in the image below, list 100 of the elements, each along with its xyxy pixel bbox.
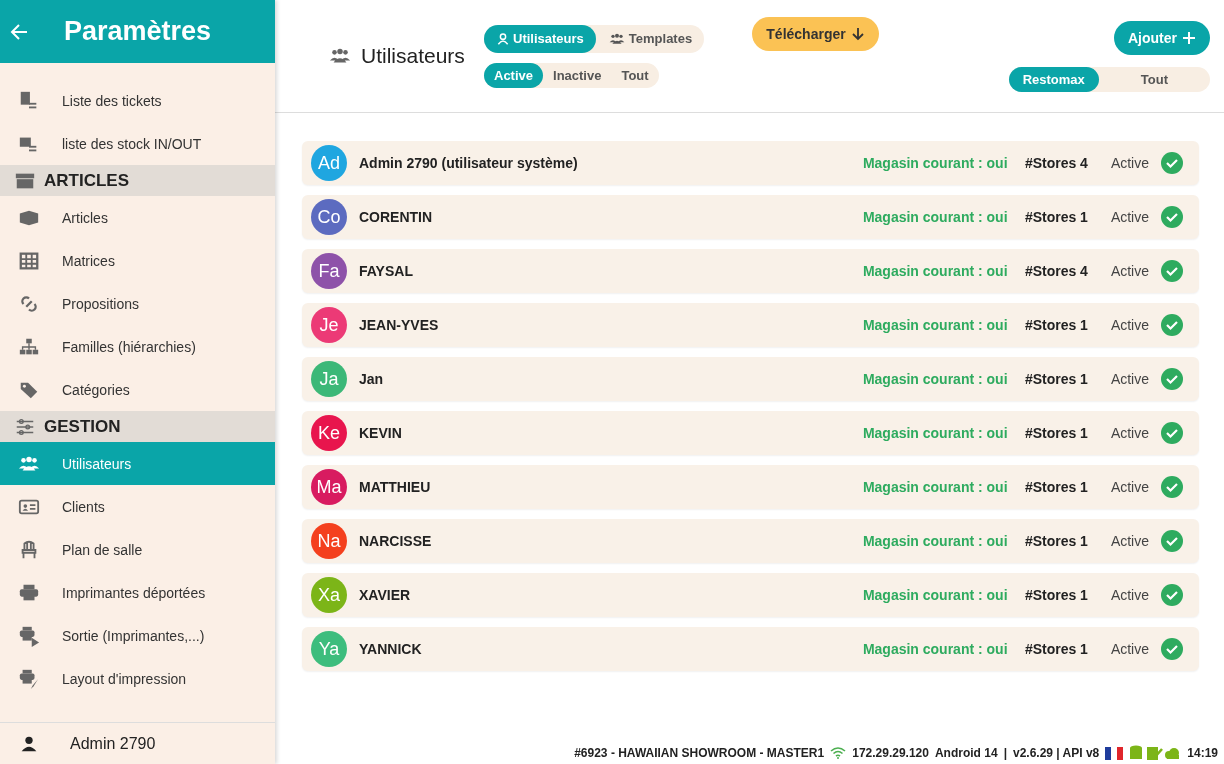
user-name: YANNICK <box>359 641 423 657</box>
user-name: Jan <box>359 371 385 387</box>
avatar: Fa <box>311 253 347 289</box>
download-button[interactable]: Télécharger <box>752 17 879 51</box>
sidebar-item[interactable]: Catégories <box>0 368 275 411</box>
status-label: Active <box>1110 533 1149 549</box>
wifi-icon <box>830 747 847 759</box>
sidebar-item[interactable]: liste des stock IN/OUT <box>0 122 275 165</box>
status-label: Active <box>1110 587 1149 603</box>
status-label: Active <box>1110 371 1149 387</box>
check-icon <box>1161 368 1183 390</box>
sidebar-item[interactable]: Familles (hiérarchies) <box>0 325 275 368</box>
store-count: #Stores 1 <box>1024 209 1089 225</box>
store-count: #Stores 4 <box>1024 155 1089 171</box>
check-icon <box>1161 584 1183 606</box>
check-icon <box>1161 152 1183 174</box>
sidebar-item[interactable]: Propositions <box>0 282 275 325</box>
store-count: #Stores 1 <box>1024 641 1089 657</box>
clock-time: 14:19 <box>1187 746 1218 760</box>
status-label: Active <box>1110 155 1149 171</box>
back-arrow-icon[interactable] <box>10 22 28 41</box>
user-row[interactable]: Fa FAYSAL Magasin courant : oui #Stores 4 Active <box>302 249 1199 293</box>
person-icon <box>496 31 510 46</box>
current-store-label: Magasin courant : oui <box>862 587 1009 603</box>
check-icon <box>1161 314 1183 336</box>
avatar: Ke <box>311 415 347 451</box>
filter-tab[interactable]: Inactive <box>543 62 612 88</box>
flag-icon <box>1105 746 1124 760</box>
current-store-label: Magasin courant : oui <box>862 155 1009 171</box>
android-version: Android 14 <box>934 746 998 760</box>
store-count: #Stores 1 <box>1024 371 1089 387</box>
plus-icon <box>1182 30 1196 45</box>
sidebar-item[interactable]: Articles <box>0 196 275 239</box>
status-label: Active <box>1110 209 1149 225</box>
avatar: Co <box>311 199 347 235</box>
store-count: #Stores 1 <box>1024 479 1089 495</box>
user-row[interactable]: Ya YANNICK Magasin courant : oui #Stores 1 Active <box>302 627 1199 671</box>
avatar: Ad <box>311 145 347 181</box>
current-store-label: Magasin courant : oui <box>862 263 1009 279</box>
user-row[interactable]: Xa XAVIER Magasin courant : oui #Stores 1 Active <box>302 573 1199 617</box>
sidebar-item[interactable]: Matrices <box>0 239 275 282</box>
page-title: Utilisateurs <box>361 44 465 68</box>
store-count: #Stores 1 <box>1024 533 1089 549</box>
app-version: v2.6.29 | API v8 <box>1013 746 1100 760</box>
filter-tab[interactable]: Tout <box>611 62 659 88</box>
check-icon <box>1161 530 1183 552</box>
sidebar-item[interactable]: Sortie (Imprimantes,...) <box>0 614 275 657</box>
user-name: MATTHIEU <box>359 479 432 495</box>
sidebar-item[interactable]: Imprimantes déportées <box>0 571 275 614</box>
ip-address: 172.29.29.120 <box>852 746 929 760</box>
current-store-label: Magasin courant : oui <box>862 641 1009 657</box>
section-title: GESTION <box>44 416 121 437</box>
store-count: #Stores 4 <box>1024 263 1089 279</box>
separator-text: | <box>1003 746 1007 760</box>
user-name: CORENTIN <box>359 209 434 225</box>
sidebar-item[interactable]: Liste des tickets <box>0 79 275 122</box>
check-icon <box>1161 638 1183 660</box>
user-row[interactable]: Ja Jan Magasin courant : oui #Stores 1 Active <box>302 357 1199 401</box>
sidebar-item[interactable]: Plan de salle <box>0 528 275 571</box>
user-row[interactable]: Ad Admin 2790 (utilisateur système) Magasin courant : oui #Stores 4 Active <box>302 141 1199 185</box>
current-store-label: Magasin courant : oui <box>862 533 1009 549</box>
check-icon <box>1161 422 1183 444</box>
store-count: #Stores 1 <box>1024 425 1089 441</box>
user-name: XAVIER <box>359 587 412 603</box>
avatar: Ya <box>311 631 347 667</box>
sidebar-item[interactable]: Clients <box>0 485 275 528</box>
store-count: #Stores 1 <box>1024 587 1089 603</box>
check-icon <box>1161 206 1183 228</box>
user-row[interactable]: Ma MATTHIEU Magasin courant : oui #Stores 1 Active <box>302 465 1199 509</box>
current-store-label: Magasin courant : oui <box>862 371 1009 387</box>
status-label: Active <box>1110 425 1149 441</box>
user-row[interactable]: Je JEAN-YVES Magasin courant : oui #Stores 1 Active <box>302 303 1199 347</box>
check-icon <box>1161 260 1183 282</box>
user-name: Admin 2790 <box>70 734 156 753</box>
user-name: Admin 2790 (utilisateur système) <box>359 155 579 171</box>
avatar: Ma <box>311 469 347 505</box>
status-label: Active <box>1110 263 1149 279</box>
view-tab[interactable]: Templates <box>595 24 705 53</box>
current-store-label: Magasin courant : oui <box>862 425 1009 441</box>
avatar: Ja <box>311 361 347 397</box>
user-row[interactable]: Co CORENTIN Magasin courant : oui #Stores 1 Active <box>302 195 1199 239</box>
status-label: Active <box>1110 479 1149 495</box>
user-name: KEVIN <box>359 425 403 441</box>
current-store-label: Magasin courant : oui <box>862 479 1009 495</box>
down-arrow-icon <box>850 27 865 41</box>
sidebar-item[interactable]: Layout d'impression <box>0 657 275 700</box>
user-row[interactable]: Ke KEVIN Magasin courant : oui #Stores 1 Active <box>302 411 1199 455</box>
store-count: #Stores 1 <box>1024 317 1089 333</box>
avatar: Xa <box>311 577 347 613</box>
current-store-label: Magasin courant : oui <box>862 209 1009 225</box>
user-name: NARCISSE <box>359 533 433 549</box>
user-row[interactable]: Na NARCISSE Magasin courant : oui #Stores 1 Active <box>302 519 1199 563</box>
filter-tab[interactable]: Tout <box>1098 66 1210 92</box>
user-name: FAYSAL <box>359 263 414 279</box>
current-store-label: Magasin courant : oui <box>862 317 1009 333</box>
avatar: Na <box>311 523 347 559</box>
sync-status-drawing <box>1129 745 1182 761</box>
status-label: Active <box>1110 317 1149 333</box>
header-title: Paramètres <box>64 16 212 47</box>
status-label: Active <box>1110 641 1149 657</box>
